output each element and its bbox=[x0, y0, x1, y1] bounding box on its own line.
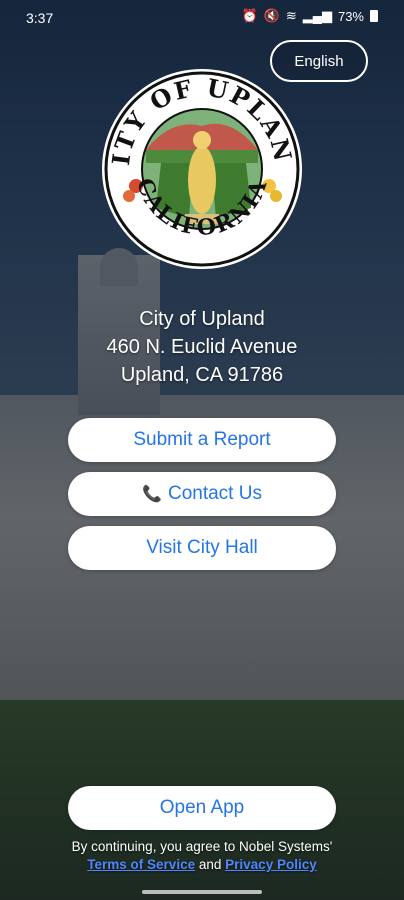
address-line-3: Upland, CA 91786 bbox=[120, 364, 284, 386]
address-line-1: City of Upland bbox=[139, 308, 265, 330]
contact-us-button[interactable]: 📞 Contact Us bbox=[68, 472, 336, 516]
open-app-button[interactable]: Open App bbox=[68, 786, 336, 830]
submit-report-label: Submit a Report bbox=[133, 429, 271, 450]
address-block: City of Upland 460 N. Euclid Avenue Upla… bbox=[0, 305, 404, 389]
contact-us-label: Contact Us bbox=[167, 483, 262, 504]
terms-notice: By continuing, you agree to Nobel System… bbox=[0, 838, 404, 874]
terms-of-service-link[interactable]: Terms of Service bbox=[87, 857, 195, 872]
alarm-icon: ⏰ bbox=[241, 8, 258, 23]
privacy-policy-link[interactable]: Privacy Policy bbox=[225, 857, 317, 872]
status-icons: ⏰ 🔇 ≋ ▂▄▆ 73% bbox=[241, 8, 378, 24]
mute-icon: 🔇 bbox=[263, 8, 280, 23]
status-time: 3:37 bbox=[26, 10, 54, 26]
terms-prefix: By continuing, you agree to Nobel System… bbox=[71, 839, 333, 854]
status-bar: 3:37 ⏰ 🔇 ≋ ▂▄▆ 73% bbox=[0, 0, 404, 36]
signal-icon: ▂▄▆ bbox=[302, 8, 332, 23]
open-app-label: Open App bbox=[159, 797, 245, 818]
home-indicator[interactable] bbox=[142, 890, 262, 894]
submit-report-button[interactable]: Submit a Report bbox=[68, 418, 336, 462]
phone-icon: 📞 bbox=[142, 486, 162, 503]
battery-icon bbox=[370, 10, 378, 22]
visit-city-hall-label: Visit City Hall bbox=[146, 537, 258, 558]
wifi-icon: ≋ bbox=[285, 8, 297, 23]
address-line-2: 460 N. Euclid Avenue bbox=[106, 336, 298, 358]
terms-and: and bbox=[198, 857, 222, 872]
city-seal-logo: CITY OF UPLAND CALIFORNIA bbox=[101, 68, 302, 269]
visit-city-hall-button[interactable]: Visit City Hall bbox=[68, 526, 336, 570]
battery-percent: 73% bbox=[337, 8, 364, 24]
